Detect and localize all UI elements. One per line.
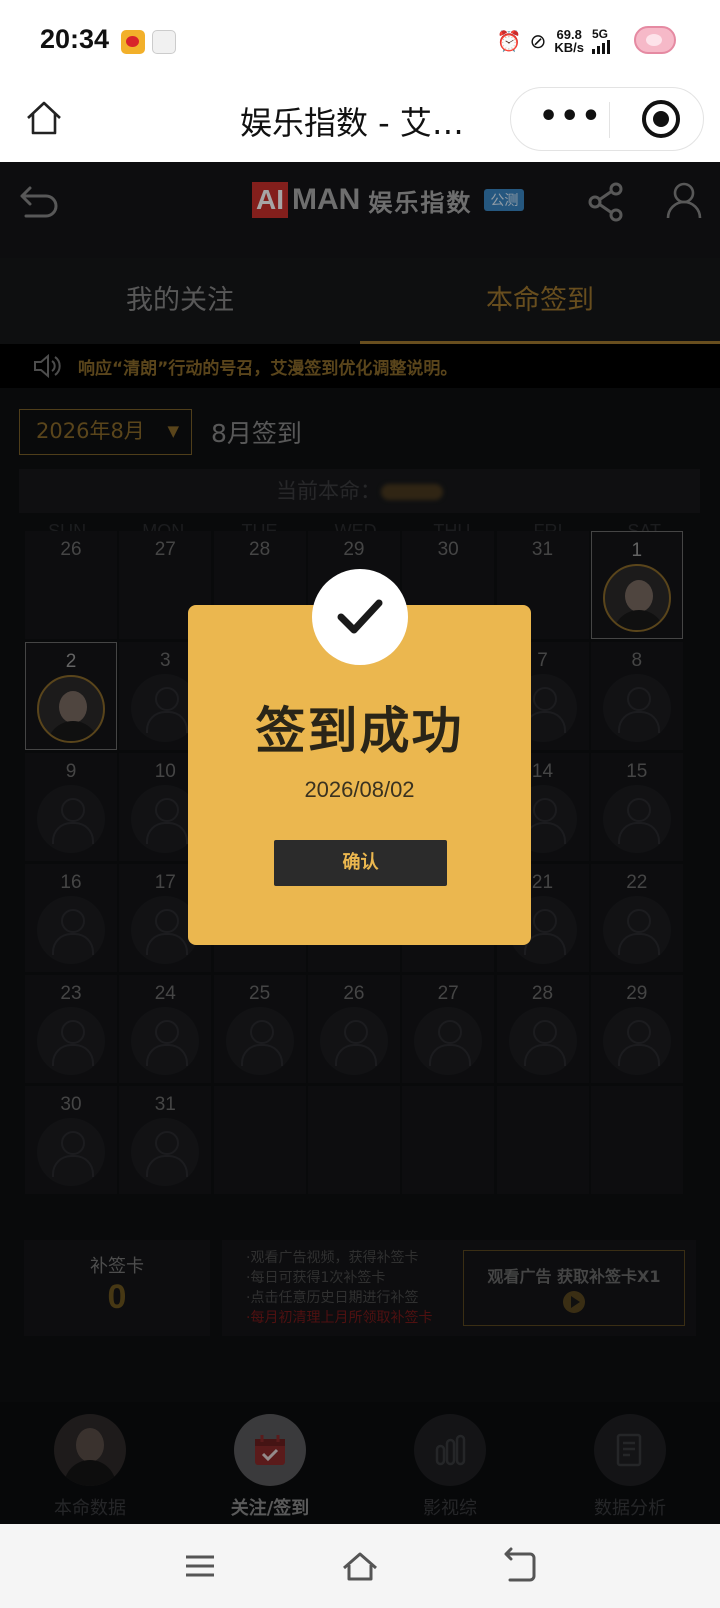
alarm-icon: ⏰ <box>496 30 522 53</box>
checkin-success-dialog: 签到成功 2026/08/02 确认 <box>188 569 531 945</box>
dialog-title: 签到成功 <box>255 702 464 760</box>
signal-bars-icon <box>592 40 610 54</box>
menu-icon[interactable] <box>180 1546 220 1586</box>
confirm-button[interactable]: 确认 <box>274 840 447 886</box>
eye-off-icon: ⊘ <box>529 30 547 53</box>
close-miniprogram-button[interactable] <box>642 100 680 138</box>
dialog-date: 2026/08/02 <box>304 777 415 802</box>
checkmark-icon <box>337 599 383 634</box>
capsule-menu: ••• <box>510 87 704 151</box>
page-title: 娱乐指数 - 艾… <box>240 104 464 142</box>
status-time: 20:34 <box>40 24 110 54</box>
battery-icon <box>634 26 676 54</box>
home-nav-icon[interactable] <box>340 1546 380 1586</box>
more-button[interactable]: ••• <box>539 102 601 132</box>
net-speed: 69.8 KB/s <box>554 27 584 55</box>
home-icon[interactable] <box>24 98 64 138</box>
title-bar: 娱乐指数 - 艾… ••• <box>0 84 720 162</box>
signal-indicator: 5G <box>592 28 610 54</box>
capsule-divider <box>609 102 610 138</box>
app-notification-icon <box>152 30 176 54</box>
system-nav-bar <box>0 1524 720 1608</box>
checkmark-badge <box>312 569 408 665</box>
status-bar: 20:34 ⏰ ⊘ 69.8 KB/s 5G <box>0 0 720 84</box>
back-nav-icon[interactable] <box>500 1546 540 1586</box>
weibo-notification-icon <box>121 30 145 54</box>
status-indicators: ⏰ ⊘ 69.8 KB/s 5G <box>497 28 610 54</box>
